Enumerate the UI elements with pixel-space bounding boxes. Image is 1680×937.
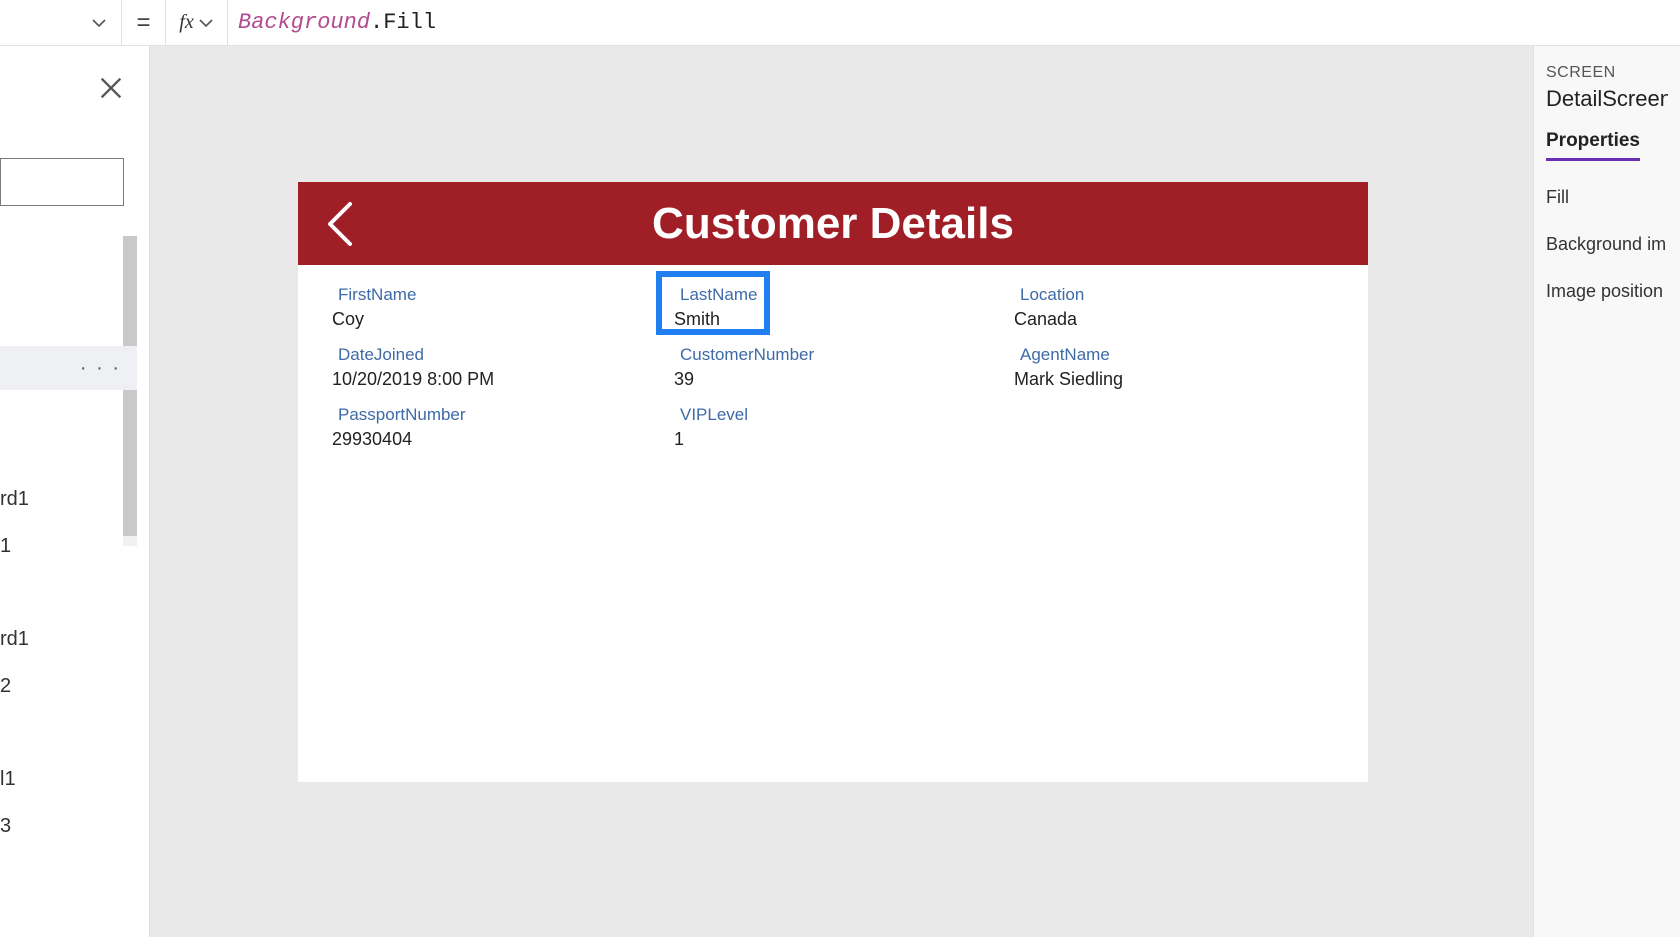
field-location[interactable]: Location Canada: [1014, 285, 1314, 330]
field-label: PassportNumber: [332, 405, 632, 425]
field-date-joined[interactable]: DateJoined 10/20/2019 8:00 PM: [332, 345, 632, 390]
fx-label: fx: [179, 11, 193, 34]
field-value: Mark Siedling: [1014, 369, 1314, 390]
object-kind-label: SCREEN: [1546, 64, 1668, 82]
field-value: 1: [674, 429, 974, 450]
formula-input[interactable]: Background.Fill: [228, 0, 1680, 46]
tree-panel: · · · rd1 1 rd1 2 l1 3: [0, 46, 150, 937]
object-name-label: DetailScreen: [1546, 86, 1668, 112]
tree-item[interactable]: 2: [0, 663, 137, 710]
field-last-name[interactable]: LastName Smith: [674, 285, 974, 330]
field-first-name[interactable]: FirstName Coy: [332, 285, 632, 330]
prop-row-background-image[interactable]: Background im: [1546, 234, 1668, 255]
properties-tabs: Properties: [1546, 130, 1668, 161]
field-label: VIPLevel: [674, 405, 974, 425]
tree-item[interactable]: rd1: [0, 616, 137, 663]
field-value: Coy: [332, 309, 632, 330]
app-header: Customer Details: [298, 182, 1368, 265]
formula-dot: .: [370, 10, 383, 35]
tab-properties[interactable]: Properties: [1546, 130, 1640, 161]
tree-selected-item[interactable]: · · ·: [0, 346, 137, 390]
tree-item[interactable]: l1: [0, 756, 137, 803]
close-tree-button[interactable]: [97, 74, 125, 102]
field-label: Location: [1014, 285, 1314, 305]
formula-property: Fill: [383, 10, 436, 35]
tree-item[interactable]: 1: [0, 523, 137, 570]
field-agent-name[interactable]: AgentName Mark Siedling: [1014, 345, 1314, 390]
canvas-area[interactable]: Customer Details FirstName Coy LastName …: [150, 46, 1534, 937]
tree-item[interactable]: rd1: [0, 476, 137, 523]
chevron-down-icon: [198, 15, 214, 31]
field-value: Smith: [674, 309, 974, 330]
fx-button[interactable]: fx: [166, 0, 228, 46]
properties-panel: SCREEN DetailScreen Properties Fill Back…: [1534, 46, 1680, 937]
prop-row-fill[interactable]: Fill: [1546, 187, 1668, 208]
field-label: FirstName: [332, 285, 632, 305]
detail-form: FirstName Coy LastName Smith Location Ca…: [298, 265, 1368, 309]
field-customer-number[interactable]: CustomerNumber 39: [674, 345, 974, 390]
tree-items: rd1 1 rd1 2 l1 3: [0, 476, 137, 937]
field-label: DateJoined: [332, 345, 632, 365]
formula-identifier: Background: [238, 10, 370, 35]
tree-item[interactable]: 3: [0, 803, 137, 850]
property-dropdown[interactable]: [0, 0, 122, 46]
formula-bar: = fx Background.Fill: [0, 0, 1680, 46]
field-value: 39: [674, 369, 974, 390]
chevron-down-icon: [91, 15, 107, 31]
equals-label: =: [122, 0, 166, 46]
field-value: Canada: [1014, 309, 1314, 330]
field-value: 10/20/2019 8:00 PM: [332, 369, 632, 390]
field-value: 29930404: [332, 429, 632, 450]
more-icon[interactable]: · · ·: [80, 357, 121, 380]
close-icon: [97, 74, 125, 102]
prop-row-image-position[interactable]: Image position: [1546, 281, 1668, 302]
field-passport-number[interactable]: PassportNumber 29930404: [332, 405, 632, 450]
screen-title: Customer Details: [298, 199, 1368, 249]
field-label: LastName: [674, 285, 974, 305]
field-label: AgentName: [1014, 345, 1314, 365]
field-label: CustomerNumber: [674, 345, 974, 365]
field-vip-level[interactable]: VIPLevel 1: [674, 405, 974, 450]
tree-search-input[interactable]: [0, 158, 124, 206]
app-screen[interactable]: Customer Details FirstName Coy LastName …: [298, 182, 1368, 782]
